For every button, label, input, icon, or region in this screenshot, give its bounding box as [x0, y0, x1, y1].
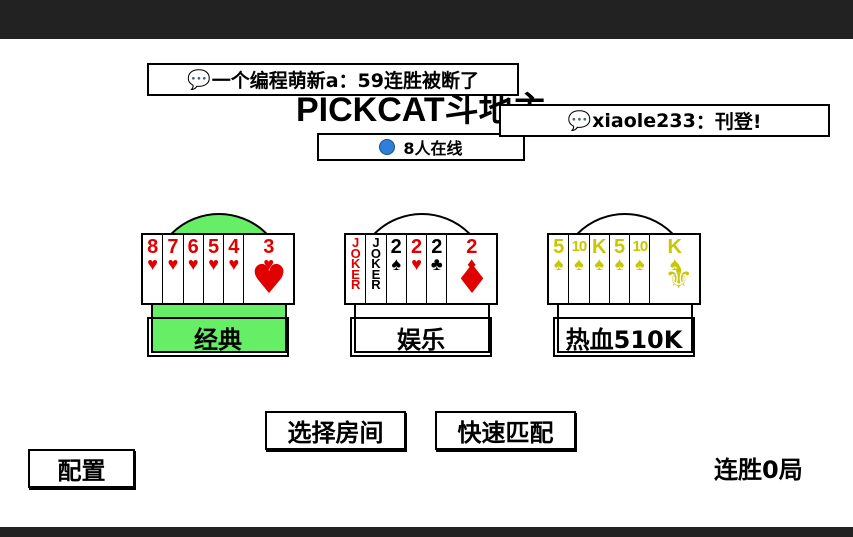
- choose-room-button[interactable]: 选择房间: [265, 411, 406, 450]
- chat-user: xiaole233: [592, 109, 696, 132]
- card-suit-icon: ♥: [147, 254, 158, 274]
- joker-label: JOKER: [350, 235, 361, 292]
- playing-card: 7 ♥: [163, 235, 184, 303]
- online-count: 8人在线: [317, 133, 525, 161]
- top-bar: [0, 0, 853, 39]
- playing-card: 5 ♠: [549, 235, 570, 303]
- card-fan: 8 ♥ 7 ♥ 6 ♥ 5 ♥ 4 ♥ 3 ♥ ♥: [141, 233, 295, 305]
- playing-card: JOKER: [346, 235, 367, 303]
- big-suit-icon: ⚜: [664, 258, 693, 296]
- chat-user: 一个编程萌新a: [211, 70, 339, 92]
- playing-card: 3 ♥ ♥: [245, 235, 294, 303]
- online-label: 8人在线: [403, 139, 463, 158]
- chat-bubble-2: 💬 xiaole233 ： 刊登!: [499, 104, 830, 137]
- mode-entertainment[interactable]: J O K E R J O K E R 2 ♠ 2 ♥ 2 ♣ 2 ♦ ♦ 娱乐: [344, 213, 504, 363]
- playing-card: K ♠ ⚜: [651, 235, 700, 303]
- playing-card: JOKER: [366, 235, 387, 303]
- card-suit-icon: ♣: [430, 254, 443, 274]
- playing-card: 4 ♥: [224, 235, 245, 303]
- big-suit-icon: ♦: [454, 257, 490, 303]
- playing-card: 5 ♥: [204, 235, 225, 303]
- card-suit-icon: ♥: [187, 254, 199, 274]
- card-fan: 5 ♠ 10 ♠ K ♠ 5 ♠ 10 ♠ K ♠ ⚜: [547, 233, 701, 305]
- card-suit-icon: ♥: [228, 254, 240, 274]
- card-suit-icon: ♥: [411, 254, 422, 274]
- chat-text: 59连胜被断了: [357, 70, 479, 92]
- chat-text: 刊登!: [714, 111, 762, 133]
- playing-card: K ♠: [590, 235, 610, 303]
- mode-510k[interactable]: 5 ♠ 10 ♠ K ♠ 5 ♠ 10 ♠ K ♠ ⚜ 热血510K: [547, 213, 707, 363]
- speech-bubble-icon: 💬: [567, 110, 592, 132]
- bottom-bar: [0, 527, 853, 537]
- chat-bubble-1: 💬 一个编程萌新a ： 59连胜被断了: [147, 63, 519, 96]
- card-suit-icon: ♥: [167, 254, 179, 274]
- playing-card: 10 ♠: [630, 235, 651, 303]
- card-suit-icon: ♥: [208, 254, 219, 274]
- card-suit-icon: ♠: [391, 254, 402, 274]
- mode-label: 热血510K: [553, 317, 695, 357]
- playing-card: 10 ♠: [569, 235, 590, 303]
- card-fan: J O K E R J O K E R 2 ♠ 2 ♥ 2 ♣ 2 ♦ ♦: [344, 233, 498, 305]
- card-suit-icon: ♠: [594, 254, 605, 274]
- playing-card: 5 ♠: [610, 235, 631, 303]
- chat-separator: ：: [695, 111, 715, 133]
- chat-separator: ：: [338, 70, 358, 92]
- playing-card: 2 ♥: [407, 235, 428, 303]
- mode-label: 经典: [147, 317, 289, 357]
- card-suit-icon: ♠: [635, 254, 645, 274]
- card-suit-icon: ♠: [574, 254, 584, 274]
- big-suit-icon: ♥: [251, 257, 287, 303]
- speech-bubble-icon: 💬: [187, 69, 211, 91]
- playing-card: 6 ♥: [184, 235, 204, 303]
- playing-card: 2 ♦ ♦: [448, 235, 497, 303]
- playing-card: 2 ♠: [387, 235, 407, 303]
- joker-label: JOKER: [370, 235, 381, 292]
- config-button[interactable]: 配置: [28, 449, 135, 488]
- mode-classic[interactable]: 8 ♥ 7 ♥ 6 ♥ 5 ♥ 4 ♥ 3 ♥ ♥ 经典: [141, 213, 301, 363]
- online-dot-icon: [379, 139, 396, 155]
- mode-label: 娱乐: [350, 317, 492, 357]
- playing-card: 8 ♥: [143, 235, 164, 303]
- playing-card: 2 ♣: [427, 235, 448, 303]
- win-streak: 连胜0局: [714, 456, 803, 484]
- card-suit-icon: ♠: [553, 254, 564, 274]
- card-suit-icon: ♠: [614, 254, 625, 274]
- quick-match-button[interactable]: 快速匹配: [435, 411, 576, 450]
